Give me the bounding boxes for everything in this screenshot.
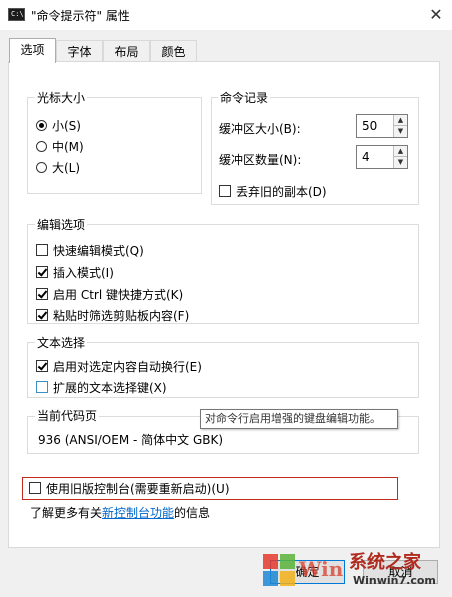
quick-edit-checkbox[interactable] <box>36 244 48 256</box>
cursor-size-small-radio[interactable] <box>36 120 47 131</box>
buffer-size-value: 50 <box>362 119 378 133</box>
legacy-console-checkbox[interactable] <box>29 482 41 494</box>
svg-text:Win: Win <box>298 557 344 581</box>
stepper-down-icon[interactable]: ▼ <box>393 157 407 168</box>
title-bar: C:\ "命令提示符" 属性 ✕ <box>0 0 452 30</box>
tab-colors[interactable]: 颜色 <box>150 40 197 62</box>
cursor-size-medium-label: 中(M) <box>52 140 84 154</box>
wrap-selection-checkbox[interactable] <box>36 360 48 372</box>
stepper-up-icon[interactable]: ▲ <box>393 115 407 126</box>
tooltip: 对命令行启用增强的键盘编辑功能。 <box>200 409 398 429</box>
learn-more-text: 了解更多有关新控制台功能的信息 <box>30 504 210 521</box>
window-title: "命令提示符" 属性 <box>31 9 130 23</box>
app-icon-label: C:\ <box>11 10 24 18</box>
legacy-console-label: 使用旧版控制台(需要重新启动)(U) <box>46 482 230 496</box>
watermark-logo: Win 系统之家 Winwin7.com <box>259 548 449 594</box>
ctrl-shortcuts-checkbox[interactable] <box>36 288 48 300</box>
stepper-down-icon[interactable]: ▼ <box>393 126 407 137</box>
code-page-legend: 当前代码页 <box>35 407 100 424</box>
console-app-icon: C:\ <box>8 8 25 21</box>
discard-duplicates-checkbox[interactable] <box>219 185 231 197</box>
buffer-count-value: 4 <box>362 150 370 164</box>
extended-selection-label: 扩展的文本选择键(X) <box>53 381 167 395</box>
cursor-size-small-label: 小(S) <box>52 119 81 133</box>
insert-mode-label: 插入模式(I) <box>53 266 114 280</box>
text-selection-legend: 文本选择 <box>35 334 88 351</box>
code-page-value: 936 (ANSI/OEM - 简体中文 GBK) <box>38 433 224 447</box>
edit-options-legend: 编辑选项 <box>35 216 88 233</box>
watermark-brand: 系统之家 <box>349 552 421 573</box>
insert-mode-checkbox[interactable] <box>36 266 48 278</box>
cursor-size-large-radio[interactable] <box>36 162 47 173</box>
tab-options[interactable]: 选项 <box>9 38 56 63</box>
tab-layout[interactable]: 布局 <box>103 40 150 62</box>
buffer-size-stepper[interactable]: 50 ▲ ▼ <box>356 114 408 138</box>
filter-paste-checkbox[interactable] <box>36 309 48 321</box>
quick-edit-label: 快速编辑模式(Q) <box>53 244 144 258</box>
close-icon[interactable]: ✕ <box>425 4 447 26</box>
ctrl-shortcuts-label: 启用 Ctrl 键快捷方式(K) <box>53 288 184 302</box>
extended-selection-checkbox[interactable] <box>36 381 48 393</box>
tab-layout-label: 布局 <box>114 45 139 59</box>
buffer-count-label: 缓冲区数量(N): <box>219 153 302 167</box>
filter-paste-label: 粘贴时筛选剪贴板内容(F) <box>53 309 190 323</box>
wrap-selection-label: 启用对选定内容自动换行(E) <box>53 360 202 374</box>
tab-options-label: 选项 <box>20 43 45 57</box>
tab-font-label: 字体 <box>67 45 92 59</box>
new-console-features-link[interactable]: 新控制台功能 <box>102 506 174 520</box>
cursor-size-large-label: 大(L) <box>52 161 81 175</box>
tab-colors-label: 颜色 <box>161 45 186 59</box>
learn-more-suffix: 的信息 <box>174 506 211 520</box>
buffer-size-label: 缓冲区大小(B): <box>219 122 301 136</box>
learn-more-prefix: 了解更多有关 <box>30 506 103 520</box>
command-history-legend: 命令记录 <box>218 89 271 106</box>
tab-font[interactable]: 字体 <box>56 40 103 62</box>
watermark-url: Winwin7.com <box>353 574 436 587</box>
cursor-size-medium-radio[interactable] <box>36 141 47 152</box>
discard-duplicates-label: 丢弃旧的副本(D) <box>236 185 327 199</box>
cursor-size-legend: 光标大小 <box>35 89 88 106</box>
buffer-count-stepper[interactable]: 4 ▲ ▼ <box>356 145 408 169</box>
stepper-up-icon[interactable]: ▲ <box>393 146 407 157</box>
